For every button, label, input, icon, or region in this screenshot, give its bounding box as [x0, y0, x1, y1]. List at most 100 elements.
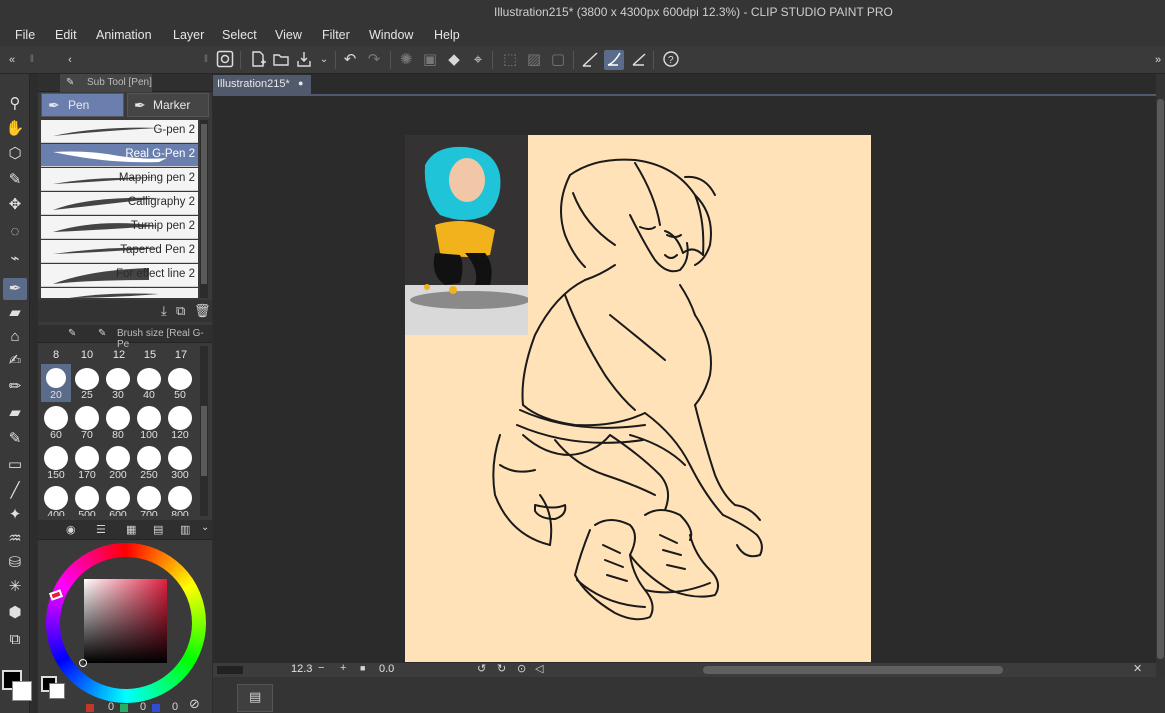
airbrush-icon[interactable]: ✍	[3, 350, 27, 372]
menu-file[interactable]: File	[15, 28, 35, 42]
figure-icon[interactable]: ╱	[3, 480, 27, 502]
decoration-icon[interactable]: ✏	[3, 376, 27, 398]
tool-property-tab-icon[interactable]: ✎	[68, 328, 76, 339]
close-icon[interactable]: ✕	[1133, 662, 1142, 675]
transform-icon[interactable]: ⌖	[468, 50, 488, 70]
color-marker[interactable]	[79, 659, 87, 667]
pencil-icon[interactable]: ▰	[3, 302, 27, 324]
clear-icon[interactable]: ✺	[396, 50, 416, 70]
sub-color-swatch[interactable]	[12, 681, 32, 701]
menu-view[interactable]: View	[275, 28, 302, 42]
canvas-vertical-scrollbar[interactable]	[1156, 74, 1165, 677]
size-cell[interactable]: 60	[41, 404, 71, 442]
size-cell[interactable]: 80	[103, 404, 133, 442]
rotate-left-icon[interactable]: ↺	[477, 662, 486, 675]
clip-studio-icon[interactable]	[215, 50, 235, 70]
correct-line-icon[interactable]: ✳	[3, 576, 27, 598]
download-icon[interactable]: ⤓	[161, 303, 167, 319]
reset-rotation-icon[interactable]: ⊙	[517, 662, 526, 675]
brush-item-real-g-pen[interactable]: Real G-Pen 2	[41, 144, 198, 167]
color-history-icon[interactable]: ⊘	[189, 696, 200, 712]
zoom-value[interactable]: 12.3	[291, 663, 312, 675]
saturation-value-square[interactable]	[84, 579, 167, 663]
size-cell[interactable]: 120	[165, 404, 195, 442]
size-cell-20[interactable]: 20	[41, 364, 71, 402]
color-set-tab-icon[interactable]: ▦	[126, 523, 136, 536]
brush-size-scrollbar[interactable]	[200, 346, 208, 516]
brush-item-calligraphy[interactable]: Calligraphy 2	[41, 192, 198, 215]
brush-size-tab-icon[interactable]: ✎	[98, 328, 106, 339]
zoom-out-icon[interactable]: −	[318, 662, 324, 674]
size-cell[interactable]: 250	[134, 444, 164, 482]
redo-icon[interactable]: ↷	[364, 50, 384, 70]
document-tab[interactable]: Illustration215* ●	[213, 75, 311, 94]
undo-icon[interactable]: ↶	[340, 50, 360, 70]
zoom-in-icon[interactable]: +	[340, 662, 346, 674]
move-layer-icon[interactable]: ✥	[3, 194, 27, 216]
fill-icon[interactable]: ◆	[444, 50, 464, 70]
menu-help[interactable]: Help	[434, 28, 460, 42]
invert-selection-icon[interactable]: ▨	[524, 50, 544, 70]
expand-panel-icon[interactable]: ‹	[60, 50, 80, 70]
size-cell[interactable]: 500	[72, 484, 102, 516]
size-cell[interactable]: 30	[103, 364, 133, 402]
text-icon[interactable]: ✦	[3, 504, 27, 526]
trash-icon[interactable]: 🗑	[194, 303, 211, 319]
brush-list-scrollbar[interactable]	[200, 120, 208, 298]
eraser-icon[interactable]: ▰	[3, 402, 27, 424]
color-wheel-tab-icon[interactable]: ◉	[66, 523, 76, 536]
menu-animation[interactable]: Animation	[96, 28, 152, 42]
size-cell[interactable]: 400	[41, 484, 71, 516]
group-tab-marker[interactable]: ✒ Marker	[127, 93, 209, 117]
size-cell[interactable]: 170	[72, 444, 102, 482]
stop-icon[interactable]: ■	[360, 663, 365, 673]
size-cell[interactable]: 25	[72, 364, 102, 402]
color-slider-tab-icon[interactable]: ☰	[96, 523, 106, 536]
brush-item-turnip-pen[interactable]: Turnip pen 2	[41, 216, 198, 239]
pen-tool-icon[interactable]: ✒	[3, 278, 27, 300]
close-tab-icon[interactable]: ●	[298, 78, 303, 88]
brush-item-mapping-pen[interactable]: Mapping pen 2	[41, 168, 198, 191]
snap-special-ruler-icon[interactable]	[604, 50, 624, 70]
size-cell[interactable]: 50	[165, 364, 195, 402]
brush-item-g-pen[interactable]: G-pen 2	[41, 120, 198, 143]
ruler-icon[interactable]: ▭	[3, 454, 27, 476]
flip-icon[interactable]: ◁	[535, 662, 543, 675]
size-cell[interactable]: 600	[103, 484, 133, 516]
auto-select-icon[interactable]: ⌁	[3, 248, 27, 270]
rotation-value[interactable]: 0.0	[379, 663, 394, 675]
snap-grid-icon[interactable]	[629, 50, 649, 70]
hand-icon[interactable]: ✋	[3, 118, 27, 140]
clear-outside-icon[interactable]: ▣	[420, 50, 440, 70]
group-tab-pen[interactable]: ✒ Pen	[41, 93, 124, 117]
blend-icon[interactable]: ✎	[3, 428, 27, 450]
save-icon[interactable]	[294, 50, 314, 70]
menu-filter[interactable]: Filter	[322, 28, 350, 42]
size-label[interactable]: 12	[105, 349, 133, 361]
zoom-icon[interactable]: ⚲	[3, 93, 27, 115]
brush-icon[interactable]: ⌂	[3, 326, 27, 348]
size-cell[interactable]: 700	[134, 484, 164, 516]
show-selection-icon[interactable]: ▢	[548, 50, 568, 70]
size-cell[interactable]: 800	[165, 484, 195, 516]
size-label[interactable]: 15	[136, 349, 164, 361]
menu-edit[interactable]: Edit	[55, 28, 77, 42]
menu-select[interactable]: Select	[222, 28, 257, 42]
layer-panel-toggle[interactable]: ▤	[237, 684, 273, 712]
collapse-right-icon[interactable]: »	[1148, 50, 1165, 70]
horizontal-scroll-thumb[interactable]	[703, 666, 1003, 674]
collapse-left-icon[interactable]: «	[2, 50, 22, 70]
size-cell[interactable]: 70	[72, 404, 102, 442]
size-cell[interactable]: 100	[134, 404, 164, 442]
layer-tool-icon[interactable]: ⧉	[3, 629, 27, 651]
fill-tool-icon[interactable]: ♒	[3, 528, 27, 550]
zoom-slider-track[interactable]	[217, 666, 243, 674]
selection-icon[interactable]: ◌	[3, 221, 27, 243]
duplicate-icon[interactable]: ⧉	[176, 303, 185, 319]
size-label[interactable]: 17	[167, 349, 195, 361]
intermediate-color-tab-icon[interactable]: ▤	[153, 523, 163, 536]
size-cell[interactable]: 200	[103, 444, 133, 482]
size-cell[interactable]: 300	[165, 444, 195, 482]
approx-color-tab-icon[interactable]: ▥	[180, 523, 190, 536]
chevron-down-icon[interactable]: ⌄	[201, 522, 209, 533]
